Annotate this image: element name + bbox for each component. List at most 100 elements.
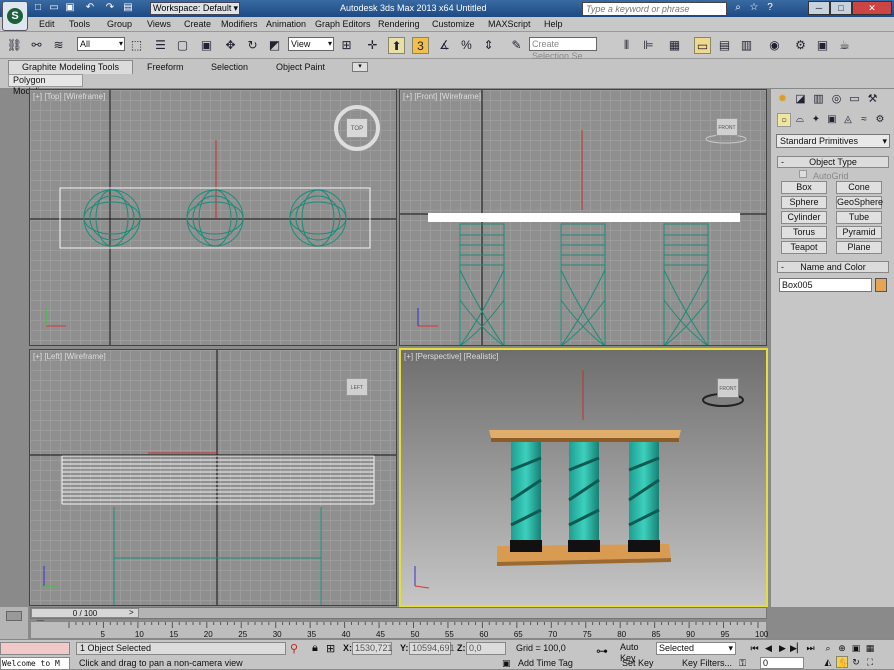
layer-manager-icon[interactable]: ▦ bbox=[666, 37, 683, 54]
rectangular-selection-icon[interactable]: ▢ bbox=[174, 37, 191, 54]
next-frame-icon[interactable]: ▶▏ bbox=[790, 642, 804, 655]
select-object-icon[interactable]: ⬚ bbox=[128, 37, 145, 54]
rotate-icon[interactable]: ↻ bbox=[244, 37, 261, 54]
geometry-icon[interactable]: ○ bbox=[777, 113, 791, 127]
pan-view-icon[interactable]: ✋ bbox=[836, 656, 848, 668]
tab-object-paint[interactable]: Object Paint bbox=[276, 61, 325, 74]
tube-button[interactable]: Tube bbox=[836, 211, 882, 224]
viewport-left-label[interactable]: [+] [Left] [Wireframe] bbox=[33, 352, 106, 361]
material-editor-icon[interactable]: ◉ bbox=[766, 37, 783, 54]
x-coordinate-field[interactable]: 1530,721 bbox=[352, 642, 393, 655]
edit-named-selection-icon[interactable]: ✎ bbox=[508, 37, 525, 54]
maxscript-listener-input[interactable] bbox=[0, 642, 70, 655]
isolate-selection-icon[interactable]: ⚲ bbox=[290, 642, 298, 655]
object-type-rollout[interactable]: - Object Type bbox=[777, 156, 889, 168]
primitive-category-dropdown[interactable]: Standard Primitives ▾ bbox=[776, 134, 890, 148]
pivot-center-icon[interactable]: ⊞ bbox=[338, 37, 355, 54]
viewport-perspective-label[interactable]: [+] [Perspective] [Realistic] bbox=[404, 352, 498, 361]
menu-animation[interactable]: Animation bbox=[266, 18, 306, 31]
open-mini-curve-editor-icon[interactable] bbox=[6, 611, 22, 621]
graphite-toggle-icon[interactable]: ▭ bbox=[694, 37, 711, 54]
key-mode-toggle-icon[interactable]: ⚿ bbox=[736, 657, 749, 670]
y-coordinate-field[interactable]: 10594,691 bbox=[409, 642, 455, 655]
object-color-swatch[interactable] bbox=[875, 278, 887, 292]
modify-tab-icon[interactable]: ◪ bbox=[793, 92, 808, 107]
reference-coordinate-dropdown[interactable]: View ▾ bbox=[288, 37, 334, 51]
track-bar[interactable]: 5 10 15 20 25 30 35 40 45 50 55 60 65 70 75 80 85 90 95 100 bbox=[30, 621, 768, 639]
zoom-extents-all-icon[interactable]: ▦ bbox=[864, 642, 876, 654]
systems-icon[interactable]: ⚙ bbox=[873, 113, 887, 127]
torus-button[interactable]: Torus bbox=[781, 226, 827, 239]
star-icon[interactable]: ☆ bbox=[748, 2, 760, 14]
utilities-tab-icon[interactable]: ⚒ bbox=[865, 92, 880, 107]
play-icon[interactable]: ▶ bbox=[776, 642, 789, 655]
mini-listener-toggle[interactable]: ☰ bbox=[0, 607, 45, 639]
scale-icon[interactable]: ◩ bbox=[266, 37, 283, 54]
unlink-icon[interactable]: ⚯ bbox=[28, 37, 45, 54]
plane-button[interactable]: Plane bbox=[836, 241, 882, 254]
tab-freeform[interactable]: Freeform bbox=[147, 61, 184, 74]
viewport-perspective[interactable]: [+] [Perspective] [Realistic] FRONT bbox=[399, 348, 768, 607]
align-icon[interactable]: ⊫ bbox=[640, 37, 657, 54]
viewcube-left[interactable]: LEFT bbox=[346, 378, 368, 396]
keyboard-shortcut-toggle-icon[interactable]: ⬆ bbox=[388, 37, 405, 54]
menu-tools[interactable]: Tools bbox=[69, 18, 90, 31]
save-file-icon[interactable]: ▣ bbox=[64, 2, 76, 14]
zoom-all-icon[interactable]: ⊕ bbox=[836, 642, 848, 654]
lights-icon[interactable]: ✦ bbox=[809, 113, 823, 127]
selection-lock-icon[interactable]: 🔒︎ bbox=[312, 642, 318, 655]
percent-snap-icon[interactable]: % bbox=[458, 37, 475, 54]
close-button[interactable]: ✕ bbox=[852, 1, 892, 15]
key-mode-dropdown[interactable]: Selected ▾ bbox=[656, 642, 736, 655]
polygon-modeling-panel[interactable]: Polygon Modeling bbox=[8, 74, 83, 96]
viewcube-front[interactable]: FRONT bbox=[716, 118, 738, 136]
viewport-front[interactable]: [+] [Front] [Wireframe] FRONT bbox=[399, 89, 767, 346]
minimize-button[interactable]: ─ bbox=[808, 1, 830, 15]
ribbon-options-icon[interactable]: ▾ bbox=[352, 62, 368, 72]
sphere-button[interactable]: Sphere bbox=[781, 196, 827, 209]
viewport-top-label[interactable]: [+] [Top] [Wireframe] bbox=[33, 92, 105, 101]
bind-space-warp-icon[interactable]: ≋ bbox=[50, 37, 67, 54]
curve-editor-icon[interactable]: ▤ bbox=[716, 37, 733, 54]
project-folder-icon[interactable]: ▤ bbox=[122, 2, 134, 14]
cameras-icon[interactable]: ▣ bbox=[825, 113, 839, 127]
go-to-end-icon[interactable]: ⏭ bbox=[804, 642, 817, 655]
z-coordinate-field[interactable]: 0,0 bbox=[466, 642, 506, 655]
tab-selection[interactable]: Selection bbox=[211, 61, 248, 74]
zoom-icon[interactable]: ⌕ bbox=[822, 642, 834, 654]
application-button[interactable]: S bbox=[2, 1, 28, 31]
maxscript-listener-output[interactable]: Welcome to M bbox=[0, 657, 70, 670]
box-button[interactable]: Box bbox=[781, 181, 827, 194]
workspace-dropdown[interactable]: Workspace: Default ▾ bbox=[150, 2, 240, 15]
window-crossing-icon[interactable]: ▣ bbox=[198, 37, 215, 54]
viewport-top[interactable]: [+] [Top] [Wireframe] TOP bbox=[29, 89, 397, 346]
time-slider[interactable]: 0 / 100 > bbox=[30, 607, 767, 619]
teapot-button[interactable]: Teapot bbox=[781, 241, 827, 254]
tab-graphite-modeling-tools[interactable]: Graphite Modeling Tools bbox=[8, 60, 133, 74]
rendered-frame-icon[interactable]: ▣ bbox=[814, 37, 831, 54]
select-manipulate-icon[interactable]: ✛ bbox=[364, 37, 381, 54]
snaps-toggle-button[interactable]: 3 bbox=[412, 37, 429, 54]
autogrid-checkbox[interactable] bbox=[799, 170, 807, 178]
named-selection-set-dropdown[interactable]: Create Selection Se bbox=[529, 37, 597, 61]
redo-icon[interactable]: ↷ bbox=[104, 2, 116, 14]
display-tab-icon[interactable]: ▭ bbox=[847, 92, 862, 107]
render-setup-icon[interactable]: ⚙ bbox=[792, 37, 809, 54]
viewport-front-label[interactable]: [+] [Front] [Wireframe] bbox=[403, 92, 481, 101]
help-icon[interactable]: ? bbox=[764, 2, 776, 14]
maximize-button[interactable]: □ bbox=[830, 1, 852, 15]
undo-icon[interactable]: ↶ bbox=[84, 2, 96, 14]
schematic-view-icon[interactable]: ▥ bbox=[738, 37, 755, 54]
search-icon[interactable]: ⌕ bbox=[732, 2, 744, 14]
render-production-icon[interactable]: ☕ bbox=[836, 37, 853, 54]
link-icon[interactable]: ⛓ bbox=[6, 37, 23, 54]
key-filters-button[interactable]: Key Filters... bbox=[682, 657, 732, 670]
viewcube-perspective[interactable]: FRONT bbox=[717, 378, 739, 398]
time-slider-next-icon[interactable]: > bbox=[129, 608, 134, 618]
auto-key-button[interactable]: Auto Key bbox=[620, 642, 656, 663]
menu-rendering[interactable]: Rendering bbox=[378, 18, 420, 31]
maximize-viewport-icon[interactable]: ⛶ bbox=[864, 656, 876, 668]
menu-customize[interactable]: Customize bbox=[432, 18, 475, 31]
spinner-snap-icon[interactable]: ⇕ bbox=[480, 37, 497, 54]
angle-snap-icon[interactable]: ∡ bbox=[436, 37, 453, 54]
